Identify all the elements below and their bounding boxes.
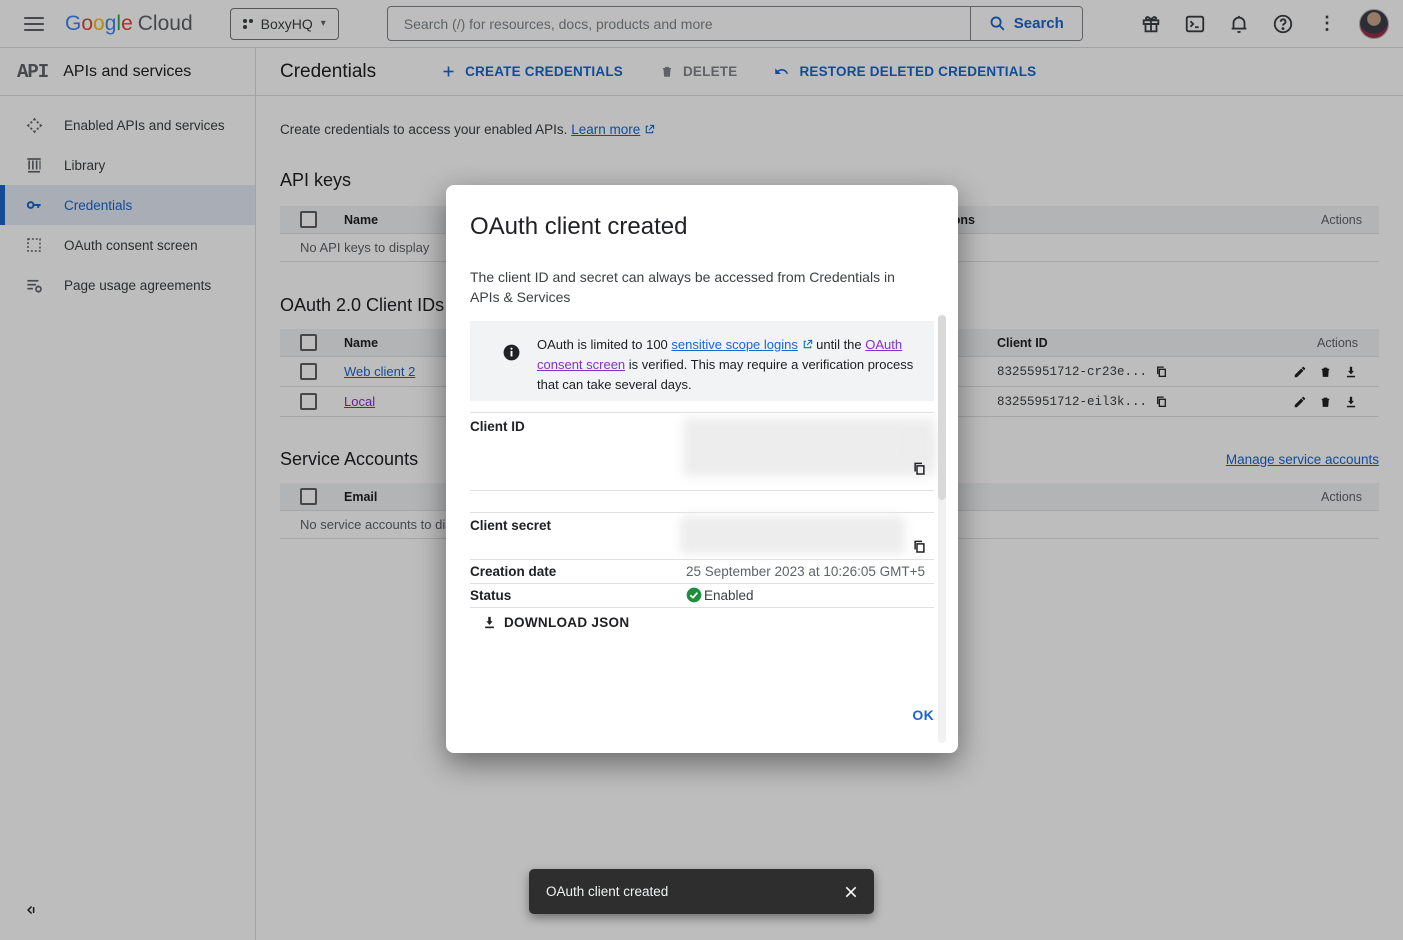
client-id-redacted-value [683,418,935,476]
close-icon[interactable] [843,884,859,900]
notice-mid: until the [813,337,866,352]
notice-text: OAuth is limited to 100 sensitive scope … [537,335,918,401]
dialog-subtitle: The client ID and secret can always be a… [470,267,915,307]
download-json-button[interactable]: DOWNLOAD JSON [482,615,629,630]
creation-date-value: 25 September 2023 at 10:26:05 GMT+5 [686,564,925,579]
sensitive-scope-logins-link[interactable]: sensitive scope logins [671,337,797,352]
copy-icon[interactable] [912,539,927,558]
snackbar: OAuth client created [529,869,874,914]
divider [470,412,934,413]
divider [470,512,934,513]
copy-icon[interactable] [912,461,927,480]
modal-scrollbar[interactable] [938,315,946,743]
snackbar-message: OAuth client created [546,884,668,899]
client-secret-label: Client secret [470,518,551,533]
oauth-limit-notice: OAuth is limited to 100 sensitive scope … [470,321,934,401]
client-id-redacted-value [908,437,934,457]
google-cloud-console: G o o g l e Cloud BoxyHQ ▾ Search [0,0,1403,940]
client-secret-redacted-value [680,516,905,554]
divider [470,559,934,560]
external-link-icon [802,339,813,350]
status-label: Status [470,588,511,603]
divider [470,607,934,608]
ok-button[interactable]: OK [912,707,934,723]
divider [470,490,934,491]
creation-date-label: Creation date [470,564,556,579]
notice-pre: OAuth is limited to 100 [537,337,671,352]
download-icon [482,615,497,630]
check-circle-icon [686,587,702,608]
client-id-label: Client ID [470,419,525,434]
download-json-label: DOWNLOAD JSON [504,615,629,630]
info-icon [502,343,521,401]
oauth-client-created-dialog: OAuth client created The client ID and s… [446,185,958,753]
status-value: Enabled [704,588,754,603]
dialog-title: OAuth client created [470,213,687,241]
divider [470,583,934,584]
